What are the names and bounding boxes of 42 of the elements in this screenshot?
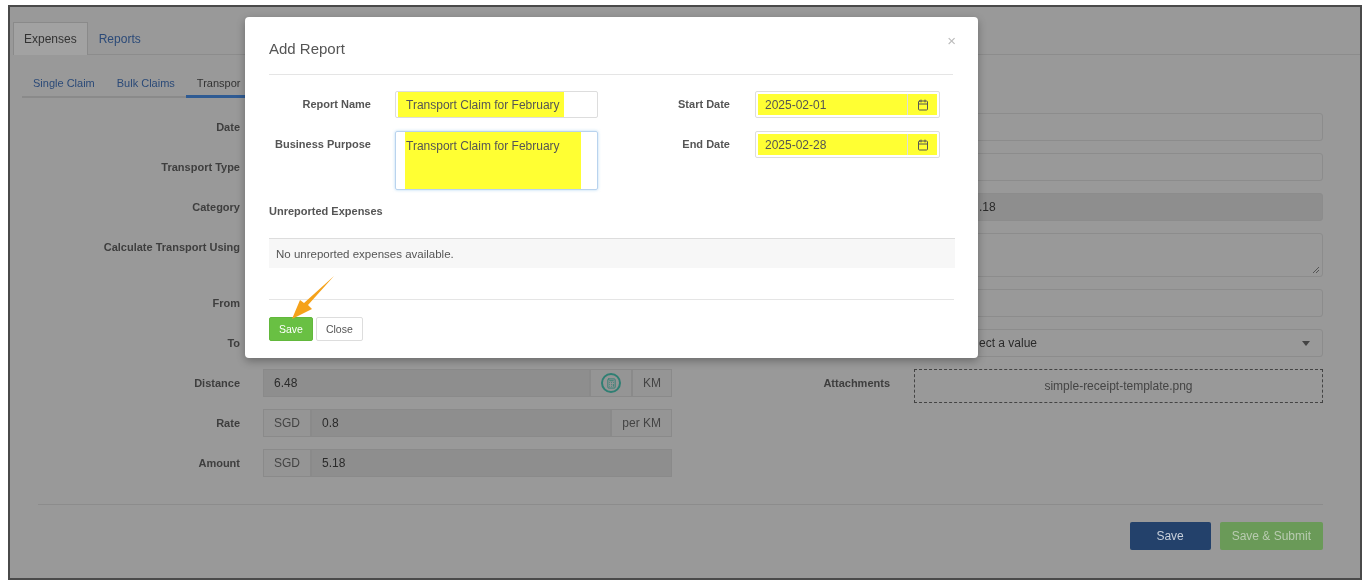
currency-addon: SGD	[263, 409, 311, 437]
callout-arrow	[290, 275, 336, 321]
attachment-dropzone[interactable]: simple-receipt-template.png	[914, 369, 1323, 403]
calculator-icon	[601, 373, 621, 393]
field-label: Distance	[193, 376, 240, 391]
field-label: Rate	[215, 416, 240, 431]
unit-addon: per KM	[611, 409, 672, 437]
dialog-title: Add Report	[269, 39, 345, 57]
field-label: Category	[191, 200, 240, 215]
field-label: Business Purpose	[274, 137, 371, 152]
save-button[interactable]: Save	[269, 317, 313, 341]
field-label: To	[226, 336, 240, 351]
date-field[interactable]: 2025-02-28	[755, 131, 940, 158]
field-label: Calculate Transport Using	[102, 240, 240, 255]
input-field[interactable]: Transport Claim for February	[395, 91, 598, 118]
tab[interactable]: Single Claim	[22, 70, 106, 98]
field-label: Start Date	[677, 97, 730, 112]
text-area[interactable]: Transport Claim for February	[395, 131, 598, 190]
field-label: Attachments	[822, 376, 890, 391]
tab[interactable]: Reports	[87, 22, 152, 55]
field-label: Report Name	[301, 97, 371, 112]
currency-addon: SGD	[263, 449, 311, 477]
save-button[interactable]: Save	[1129, 522, 1211, 550]
calendar-icon[interactable]	[916, 138, 929, 151]
input-field[interactable]: 6.48	[263, 369, 590, 397]
input-field[interactable]: 0.8	[311, 409, 612, 437]
date-field[interactable]: 2025-02-01	[755, 91, 940, 118]
field-label: Date	[215, 120, 240, 135]
section-heading: Unreported Expenses	[269, 205, 384, 217]
input-field[interactable]: 5.18	[311, 449, 672, 477]
caret-icon	[1302, 340, 1310, 346]
field-label: Amount	[197, 456, 240, 471]
tab[interactable]: Bulk Claims	[105, 70, 186, 98]
unit-addon: KM	[632, 369, 672, 397]
field-label: End Date	[681, 137, 730, 152]
empty-message: No unreported expenses available.	[269, 238, 955, 268]
resize-handle-icon	[1312, 266, 1320, 274]
calendar-icon[interactable]	[916, 98, 929, 111]
close-button[interactable]: Close	[315, 317, 363, 341]
field-label: From	[211, 296, 240, 311]
field-label: Transport Type	[160, 160, 240, 175]
tab[interactable]: Expenses	[13, 22, 88, 55]
